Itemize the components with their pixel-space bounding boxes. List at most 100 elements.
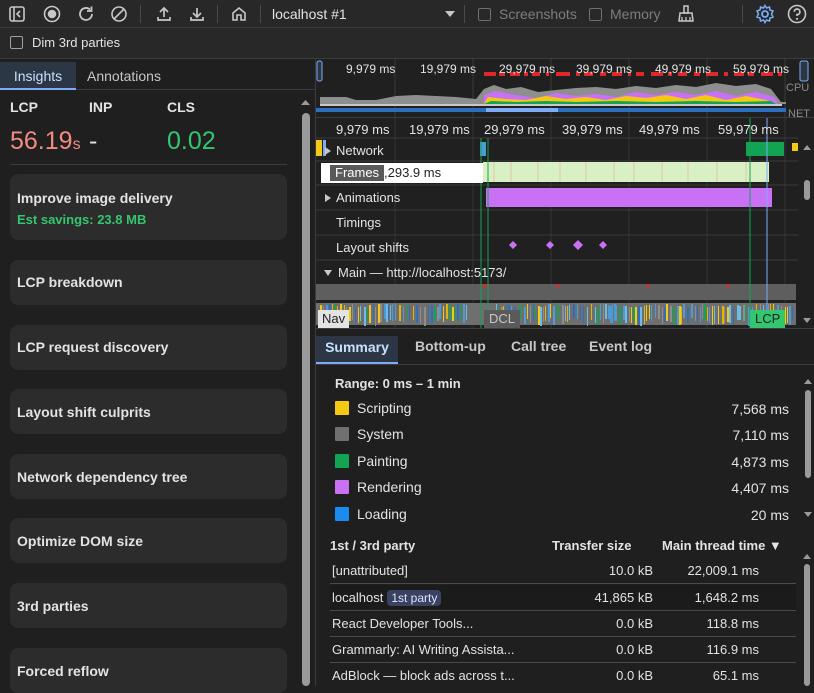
flame-slice[interactable] [446,304,448,319]
insight-card-forced-reflow[interactable]: Forced reflow [10,648,287,693]
timeline-tracks[interactable] [316,118,814,328]
flame-slice[interactable] [583,306,584,324]
flame-slice[interactable] [384,304,386,319]
flame-slice[interactable] [729,305,731,323]
flame-slice[interactable] [737,305,739,320]
flame-slice[interactable] [673,307,675,325]
flame-slice[interactable] [724,307,725,323]
tab-insights[interactable]: Insights [0,62,76,90]
flame-slice[interactable] [352,304,353,320]
flame-slice[interactable] [543,307,544,322]
insight-card-image-delivery[interactable]: Improve image delivery Est savings: 23.8… [10,174,287,240]
flame-slice[interactable] [565,306,566,321]
flame-slice[interactable] [687,307,689,323]
timeline-scrollbar[interactable] [800,140,814,328]
flame-slice[interactable] [664,307,666,322]
toggle-sidebar-icon[interactable] [6,3,28,25]
tab-bottom-up[interactable]: Bottom-up [415,338,486,354]
flame-slice[interactable] [439,304,441,319]
flame-slice[interactable] [640,307,642,326]
flame-slice[interactable] [380,304,382,322]
track-main[interactable]: Main — http://localhost:5173/ [323,265,506,280]
flame-slice[interactable] [466,305,467,320]
table-scrollbar[interactable] [800,548,814,686]
flame-slice[interactable] [434,307,436,321]
flame-slice[interactable] [358,307,359,323]
tab-call-tree[interactable]: Call tree [511,338,566,354]
insight-card-optimize-dom-size[interactable]: Optimize DOM size [10,518,287,563]
flame-slice[interactable] [461,304,462,319]
flame-slice[interactable] [569,305,570,320]
flame-slice[interactable] [743,305,745,321]
flame-slice[interactable] [633,307,635,321]
screenshots-checkbox-box[interactable] [478,7,491,21]
track-animations[interactable]: Animations [324,190,400,205]
flame-slice[interactable] [787,307,788,323]
flame-slice[interactable] [587,307,588,326]
table-row[interactable]: [unattributed] 10.0 kB 22,009.1 ms [330,558,796,584]
flame-slice[interactable] [683,304,685,318]
tab-event-log[interactable]: Event log [589,338,652,354]
flame-slice[interactable] [367,306,368,321]
insight-card-lcp-request-discovery[interactable]: LCP request discovery [10,325,287,370]
flame-slice[interactable] [424,307,426,326]
flame-slice[interactable] [395,304,396,320]
flame-slice[interactable] [597,307,599,324]
flame-slice[interactable] [452,307,454,321]
flame-slice[interactable] [677,306,679,325]
flame-slice[interactable] [378,304,380,323]
dim-3rd-parties-checkbox[interactable]: Dim 3rd parties [10,35,120,50]
flame-slice[interactable] [603,304,604,323]
flame-slice[interactable] [739,306,741,320]
flame-slice[interactable] [591,304,592,320]
flame-slice[interactable] [580,306,581,320]
flame-slice[interactable] [373,304,374,321]
flame-slice[interactable] [702,304,703,319]
summary-scrollbar[interactable] [802,372,814,522]
flame-slice[interactable] [722,306,724,324]
track-frames[interactable]: Frames ,293.9 ms [321,163,483,183]
tab-annotations[interactable]: Annotations [87,62,161,90]
overview-right-handle[interactable] [800,59,814,80]
flame-slice[interactable] [612,304,613,323]
flame-slice[interactable] [651,305,652,321]
flame-slice[interactable] [548,304,550,322]
flame-slice[interactable] [409,306,410,322]
flame-slice[interactable] [638,306,640,324]
flame-slice[interactable] [646,305,647,321]
flame-slice[interactable] [670,306,672,322]
table-row[interactable]: Grammarly: AI Writing Assista... 0.0 kB … [330,637,796,663]
track-timings-label[interactable]: Timings [336,215,381,230]
flame-slice[interactable] [733,306,734,325]
flame-slice[interactable] [625,306,627,323]
flame-slice[interactable] [789,306,791,325]
flame-slice[interactable] [707,307,708,321]
flame-slice[interactable] [556,304,557,318]
column-header-main-thread-time[interactable]: Main thread time ▼ [662,538,782,553]
table-row[interactable]: localhost 1st party 41,865 kB 1,648.2 ms [330,585,796,611]
flame-slice[interactable] [545,306,546,321]
flame-slice[interactable] [407,304,408,319]
flame-slice[interactable] [562,305,564,324]
flame-slice[interactable] [431,305,433,323]
flame-slice[interactable] [449,305,451,320]
download-icon[interactable] [186,3,208,25]
flame-slice[interactable] [679,306,681,325]
flame-slice[interactable] [375,307,376,326]
flame-slice[interactable] [745,305,746,321]
table-row[interactable]: React Developer Tools... 0.0 kB 118.8 ms [330,611,796,637]
flame-slice[interactable] [463,304,465,323]
flame-slice[interactable] [540,307,542,326]
track-layout-shifts-label[interactable]: Layout shifts [336,240,409,255]
insight-card-network-dependency-tree[interactable]: Network dependency tree [10,454,287,499]
dim-3rd-parties-checkbox-box[interactable] [10,36,23,49]
flame-slice[interactable] [700,307,701,322]
settings-gear-icon[interactable] [754,3,776,25]
flame-slice[interactable] [573,304,575,318]
flame-slice[interactable] [392,304,393,321]
flame-slice[interactable] [712,306,713,325]
flame-slice[interactable] [616,305,617,321]
flame-slice[interactable] [558,305,559,321]
flame-slice[interactable] [550,304,551,318]
flame-slice[interactable] [666,304,668,321]
